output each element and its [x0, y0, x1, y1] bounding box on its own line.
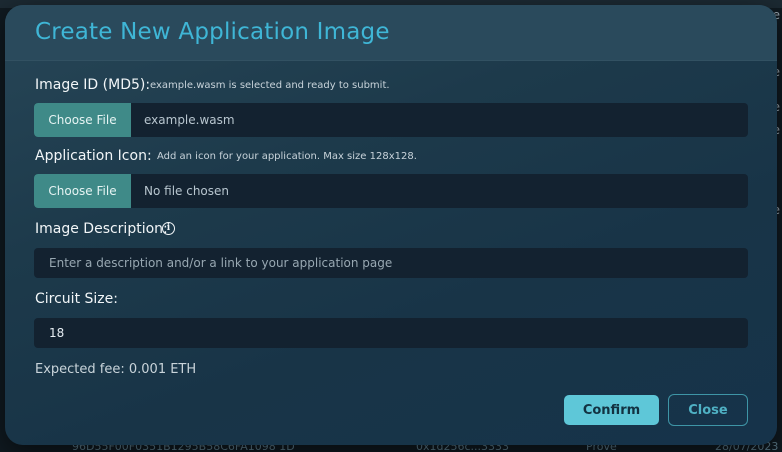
image-id-label: Image ID (MD5):: [35, 77, 151, 93]
app-icon-choose-file-button[interactable]: Choose File: [34, 174, 131, 208]
app-icon-label: Application Icon:: [35, 148, 152, 164]
create-image-modal: Create New Application Image Image ID (M…: [5, 5, 777, 445]
app-icon-file-input[interactable]: Choose File No file chosen: [34, 174, 748, 208]
confirm-button[interactable]: Confirm: [564, 395, 659, 425]
info-icon[interactable]: i: [162, 222, 175, 235]
modal-title: Create New Application Image: [35, 19, 390, 45]
image-id-file-input[interactable]: Choose File example.wasm: [34, 103, 748, 137]
image-id-hint: example.wasm is selected and ready to su…: [150, 80, 390, 91]
app-icon-hint: Add an icon for your application. Max si…: [157, 151, 417, 162]
modal-header: Create New Application Image: [5, 5, 777, 61]
image-id-choose-file-button[interactable]: Choose File: [34, 103, 131, 137]
close-button[interactable]: Close: [668, 394, 748, 426]
image-id-file-name: example.wasm: [144, 113, 235, 127]
description-label: Image Description:: [35, 221, 168, 237]
app-icon-file-name: No file chosen: [144, 184, 230, 198]
expected-fee-text: Expected fee: 0.001 ETH: [35, 362, 197, 377]
description-input[interactable]: [34, 248, 748, 278]
circuit-size-label: Circuit Size:: [35, 291, 118, 307]
circuit-size-input[interactable]: [34, 318, 748, 348]
